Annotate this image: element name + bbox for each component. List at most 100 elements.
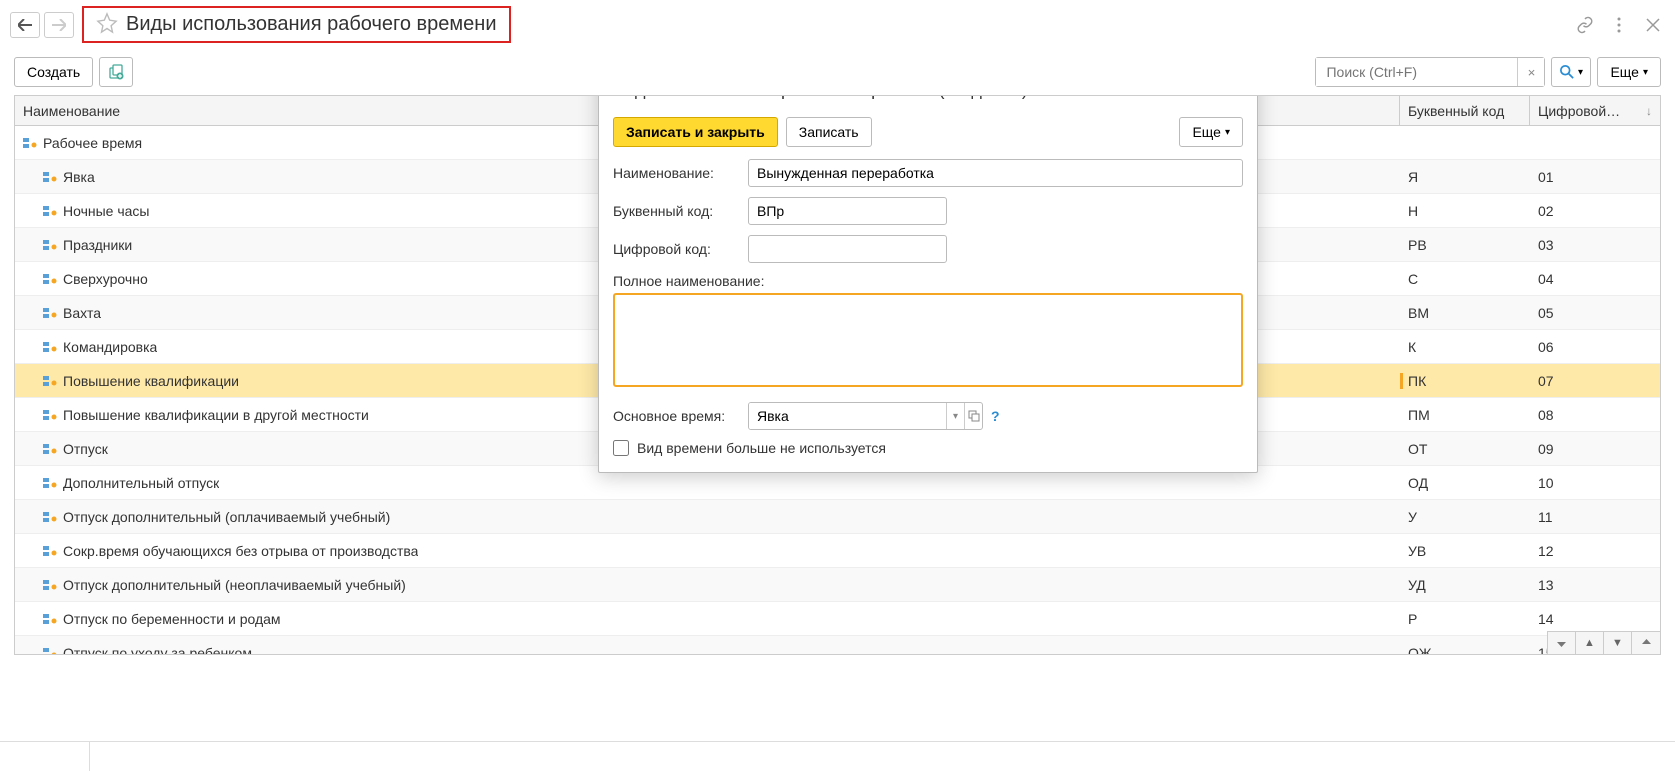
input-name[interactable] — [748, 159, 1243, 187]
item-icon — [43, 648, 57, 656]
cell-name-text: Сверхурочно — [63, 271, 148, 287]
save-button[interactable]: Записать — [786, 117, 872, 147]
item-icon — [43, 478, 57, 488]
cell-letter: С — [1400, 271, 1530, 287]
cell-num: 13 — [1530, 577, 1660, 593]
cell-num: 02 — [1530, 203, 1660, 219]
cell-letter: ПМ — [1400, 407, 1530, 423]
item-icon — [43, 240, 57, 250]
dialog-more-button[interactable]: Еще▾ — [1179, 117, 1243, 147]
cell-letter: ОД — [1400, 475, 1530, 491]
kebab-icon[interactable] — [1607, 13, 1631, 37]
cell-name-text: Ночные часы — [63, 203, 150, 219]
cell-letter: ВМ — [1400, 305, 1530, 321]
search-button[interactable]: ▾ — [1551, 57, 1591, 87]
item-icon — [43, 444, 57, 454]
cell-num: 10 — [1530, 475, 1660, 491]
help-icon[interactable]: ? — [991, 408, 1000, 424]
dialog-maximize-icon[interactable] — [1189, 95, 1213, 101]
select-base[interactable]: ▾ — [748, 402, 983, 430]
input-letter[interactable] — [748, 197, 947, 225]
select-base-input[interactable] — [749, 403, 946, 429]
cell-letter: К — [1400, 339, 1530, 355]
col-letter[interactable]: Буквенный код — [1400, 96, 1530, 125]
search-input[interactable] — [1316, 58, 1517, 86]
item-icon — [43, 410, 57, 420]
dialog-kebab-icon[interactable] — [1159, 95, 1183, 101]
cell-num: 08 — [1530, 407, 1660, 423]
nav-first-button[interactable] — [1548, 632, 1576, 654]
cell-letter: ОЖ — [1400, 645, 1530, 656]
forward-button[interactable] — [44, 12, 74, 38]
item-icon — [43, 614, 57, 624]
cell-name-text: Рабочее время — [43, 135, 142, 151]
cell-name-text: Дополнительный отпуск — [63, 475, 219, 491]
nav-last-button[interactable] — [1632, 632, 1660, 654]
table-row[interactable]: Отпуск дополнительный (неоплачиваемый уч… — [15, 568, 1660, 602]
cell-name-text: Командировка — [63, 339, 157, 355]
save-close-button[interactable]: Записать и закрыть — [613, 117, 778, 147]
select-open-icon[interactable] — [964, 403, 982, 429]
search-field[interactable]: × — [1315, 57, 1545, 87]
label-base: Основное время: — [613, 408, 748, 424]
cell-name-text: Повышение квалификации — [63, 373, 239, 389]
dialog-close-icon[interactable] — [1219, 95, 1243, 101]
item-icon — [43, 512, 57, 522]
cell-num: 14 — [1530, 611, 1660, 627]
dialog: Вид использования рабочего времени (созд… — [598, 95, 1258, 473]
page-title-highlight: Виды использования рабочего времени — [82, 6, 511, 43]
label-full: Полное наименование: — [613, 273, 764, 289]
cell-letter: ОТ — [1400, 441, 1530, 457]
checkbox-label: Вид времени больше не используется — [637, 440, 886, 456]
cell-num: 07 — [1530, 373, 1660, 389]
table-row[interactable]: Отпуск по уходу за ребенкомОЖ15 — [15, 636, 1660, 655]
cell-num: 12 — [1530, 543, 1660, 559]
select-dropdown-icon[interactable]: ▾ — [946, 403, 964, 429]
checkbox-unused[interactable] — [613, 440, 629, 456]
cell-letter: У — [1400, 509, 1530, 525]
item-icon — [43, 376, 57, 386]
cell-name-text: Явка — [63, 169, 95, 185]
page-title: Виды использования рабочего времени — [126, 13, 497, 36]
search-clear-button[interactable]: × — [1517, 58, 1544, 86]
cell-name-text: Сокр.время обучающихся без отрыва от про… — [63, 543, 418, 559]
cell-letter: Н — [1400, 203, 1530, 219]
close-icon[interactable] — [1641, 13, 1665, 37]
cell-letter: УВ — [1400, 543, 1530, 559]
col-num[interactable]: Цифровой… ↓ — [1530, 96, 1660, 125]
cell-name-text: Отпуск дополнительный (оплачиваемый учеб… — [63, 509, 390, 525]
table-row[interactable]: Отпуск по беременности и родамР14 — [15, 602, 1660, 636]
label-num: Цифровой код: — [613, 241, 748, 257]
cell-num: 11 — [1530, 509, 1660, 525]
label-name: Наименование: — [613, 165, 748, 181]
back-button[interactable] — [10, 12, 40, 38]
status-bar — [0, 741, 1675, 771]
cell-name-text: Повышение квалификации в другой местност… — [63, 407, 369, 423]
cell-num: 04 — [1530, 271, 1660, 287]
star-icon[interactable] — [96, 12, 118, 37]
item-icon — [43, 546, 57, 556]
label-letter: Буквенный код: — [613, 203, 748, 219]
table-row[interactable]: Отпуск дополнительный (оплачиваемый учеб… — [15, 500, 1660, 534]
item-icon — [23, 138, 37, 148]
more-button[interactable]: Еще▾ — [1597, 57, 1661, 87]
cell-letter: ПК — [1400, 373, 1530, 389]
create-button[interactable]: Создать — [14, 57, 93, 87]
cell-letter: РВ — [1400, 237, 1530, 253]
cell-num: 03 — [1530, 237, 1660, 253]
cell-num: 06 — [1530, 339, 1660, 355]
input-full[interactable] — [613, 293, 1243, 387]
nav-up-button[interactable]: ▲ — [1576, 632, 1604, 654]
link-icon[interactable] — [1573, 13, 1597, 37]
cell-num: 01 — [1530, 169, 1660, 185]
item-icon — [43, 580, 57, 590]
item-icon — [43, 206, 57, 216]
nav-down-button[interactable]: ▼ — [1604, 632, 1632, 654]
cell-name-text: Праздники — [63, 237, 132, 253]
create-copy-button[interactable] — [99, 57, 133, 87]
cell-name-text: Отпуск дополнительный (неоплачиваемый уч… — [63, 577, 406, 593]
cell-name-text: Отпуск по беременности и родам — [63, 611, 281, 627]
cell-num: 05 — [1530, 305, 1660, 321]
input-num[interactable] — [748, 235, 947, 263]
table-row[interactable]: Сокр.время обучающихся без отрыва от про… — [15, 534, 1660, 568]
